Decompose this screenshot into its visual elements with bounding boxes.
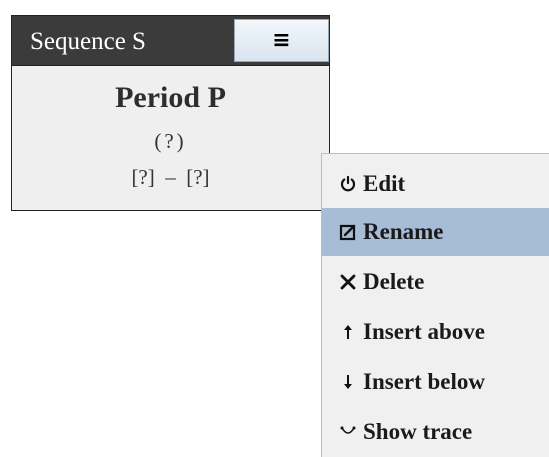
arrow-down-icon bbox=[339, 373, 359, 391]
menu-item-edit[interactable]: Edit bbox=[322, 160, 549, 208]
menu-item-label: Rename bbox=[363, 219, 444, 244]
period-count: (?) bbox=[154, 129, 187, 153]
menu-item-insert-above[interactable]: Insert above bbox=[322, 308, 549, 356]
menu-item-label: Show trace bbox=[363, 419, 473, 444]
power-icon bbox=[339, 175, 359, 193]
menu-item-delete[interactable]: Delete bbox=[322, 258, 549, 306]
sequence-header: Sequence S ≡ bbox=[12, 16, 329, 66]
arrow-up-icon bbox=[339, 323, 359, 341]
context-menu: Edit Rename Delete Insert above Insert b… bbox=[321, 153, 549, 457]
trace-icon bbox=[339, 423, 359, 441]
menu-item-label: Insert above bbox=[363, 319, 486, 344]
menu-button[interactable]: ≡ bbox=[234, 19, 329, 62]
period-range: [?] – [?] bbox=[131, 165, 210, 189]
hamburger-icon: ≡ bbox=[272, 27, 291, 53]
menu-item-rename[interactable]: Rename bbox=[322, 208, 549, 256]
menu-item-label: Edit bbox=[363, 171, 406, 196]
period-name[interactable]: Period P bbox=[12, 80, 329, 116]
menu-item-label: Delete bbox=[363, 269, 425, 294]
menu-item-insert-below[interactable]: Insert below bbox=[322, 358, 549, 406]
sequence-title[interactable]: Sequence S bbox=[30, 27, 146, 57]
menu-item-show-trace[interactable]: Show trace bbox=[322, 408, 549, 456]
edit-box-icon bbox=[339, 223, 359, 241]
close-icon bbox=[339, 273, 359, 291]
sequence-widget: Sequence S ≡ Period P (?) [?] – [?] bbox=[11, 15, 330, 211]
menu-item-label: Insert below bbox=[363, 369, 486, 394]
